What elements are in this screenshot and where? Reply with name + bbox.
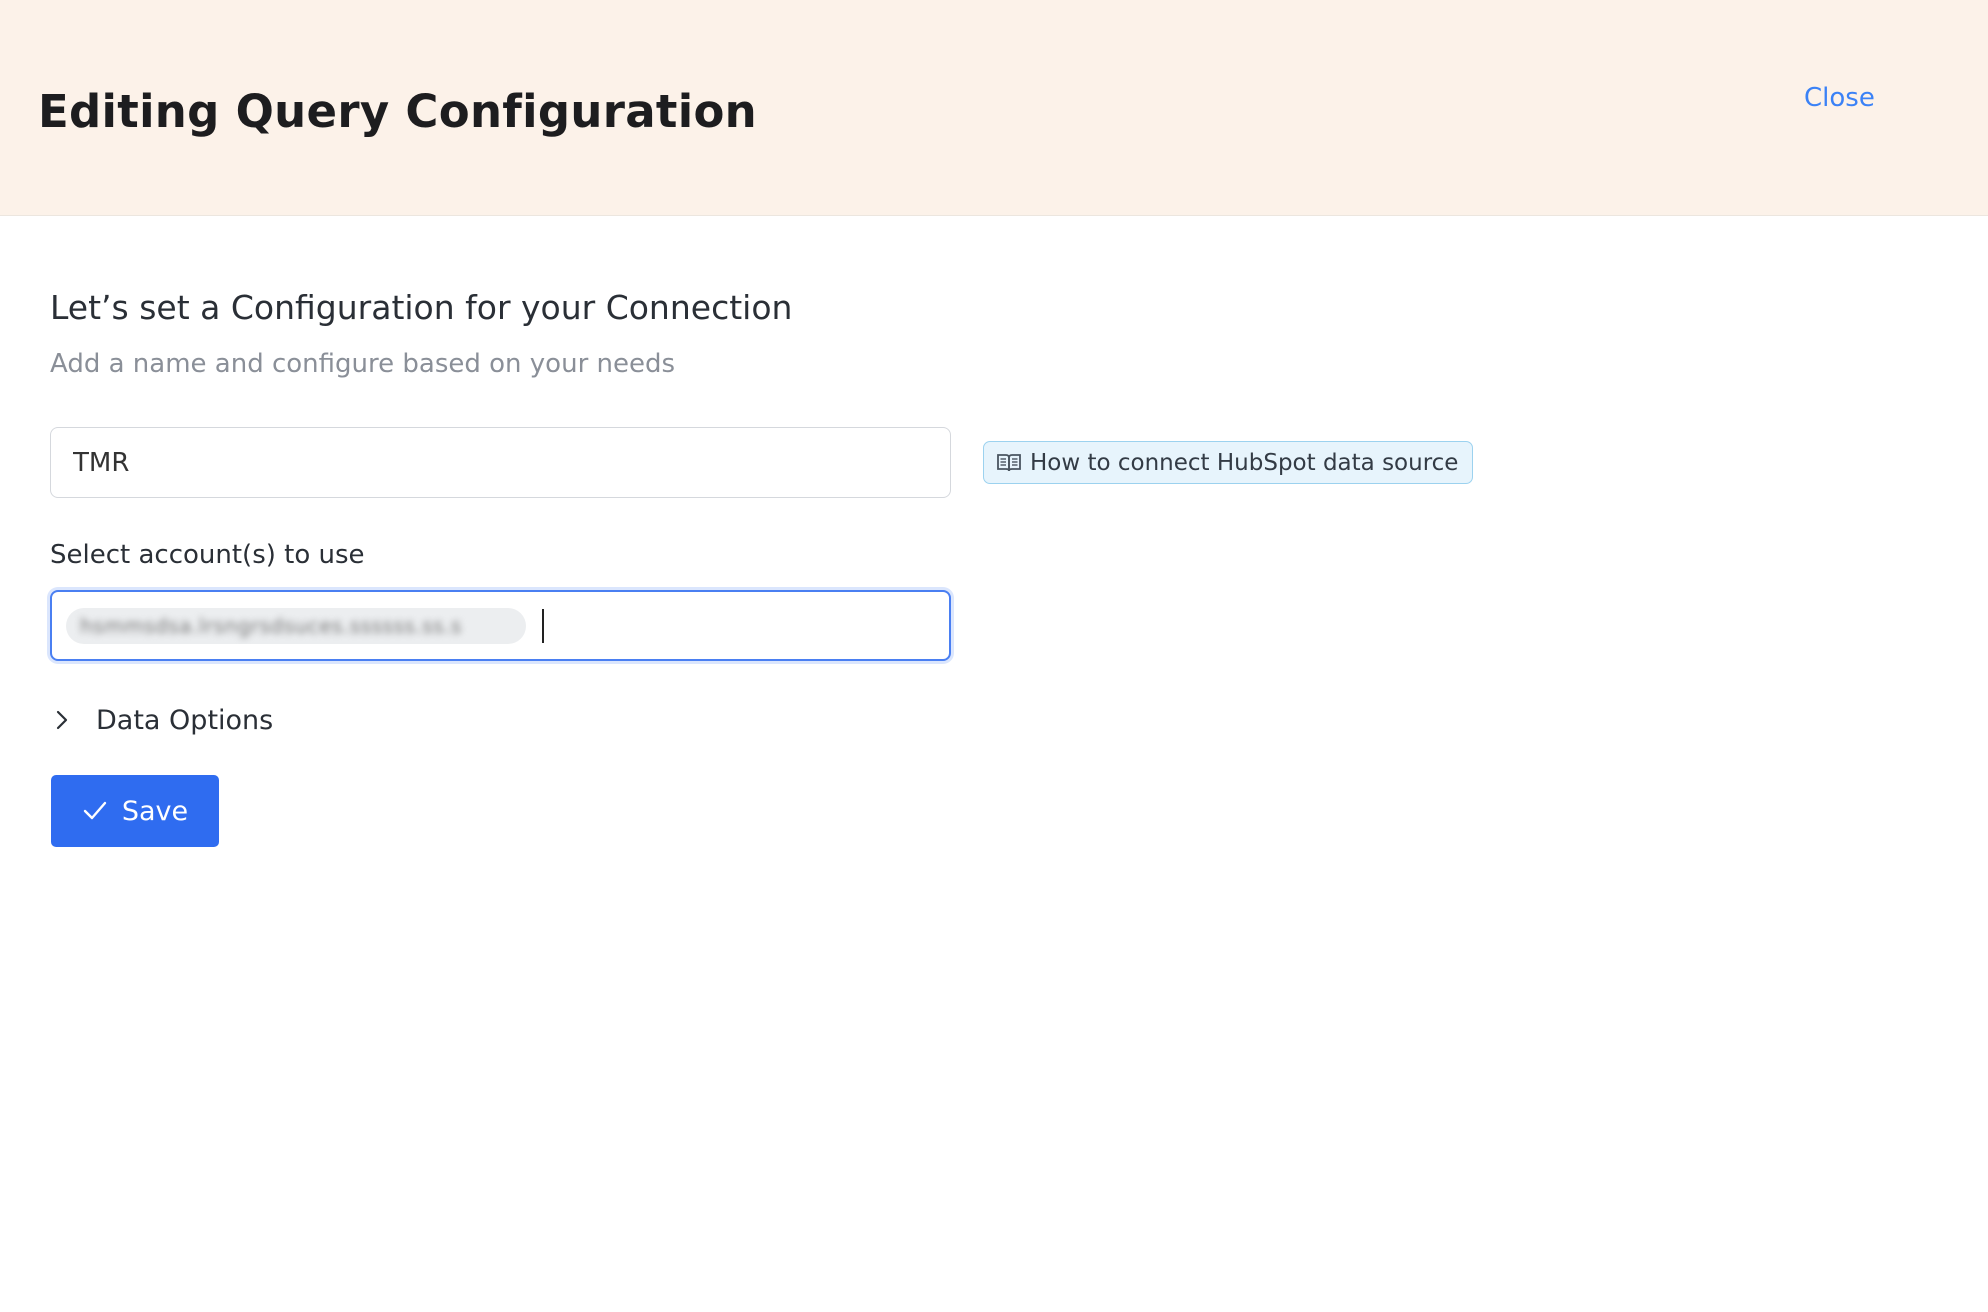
help-link-label: How to connect HubSpot data source [1030, 449, 1459, 476]
section-title: Let’s set a Configuration for your Conne… [50, 288, 793, 327]
help-link-button[interactable]: How to connect HubSpot data source [983, 441, 1474, 484]
data-options-toggle[interactable]: Data Options [50, 700, 273, 740]
accounts-label: Select account(s) to use [50, 540, 365, 570]
check-icon [82, 798, 108, 824]
chevron-right-icon [50, 708, 74, 732]
book-icon [996, 452, 1022, 474]
page-title: Editing Query Configuration [38, 85, 758, 138]
selected-account-value: hsmmsdsa.lrsngrsdsuces.ssssss.ss.s [80, 613, 462, 638]
section-subtitle: Add a name and configure based on your n… [50, 349, 676, 379]
save-button[interactable]: Save [51, 775, 219, 847]
selected-account-chip[interactable]: hsmmsdsa.lrsngrsdsuces.ssssss.ss.s [66, 607, 526, 644]
close-button[interactable]: Close [1804, 80, 1875, 116]
save-button-label: Save [121, 795, 189, 827]
configuration-name-input[interactable] [50, 427, 951, 498]
modal-header: Editing Query Configuration Close [0, 0, 1988, 216]
data-options-label: Data Options [96, 704, 274, 736]
text-cursor [542, 608, 544, 643]
account-select-input[interactable]: hsmmsdsa.lrsngrsdsuces.ssssss.ss.s [50, 590, 951, 661]
configuration-form: Let’s set a Configuration for your Conne… [0, 216, 1988, 1312]
